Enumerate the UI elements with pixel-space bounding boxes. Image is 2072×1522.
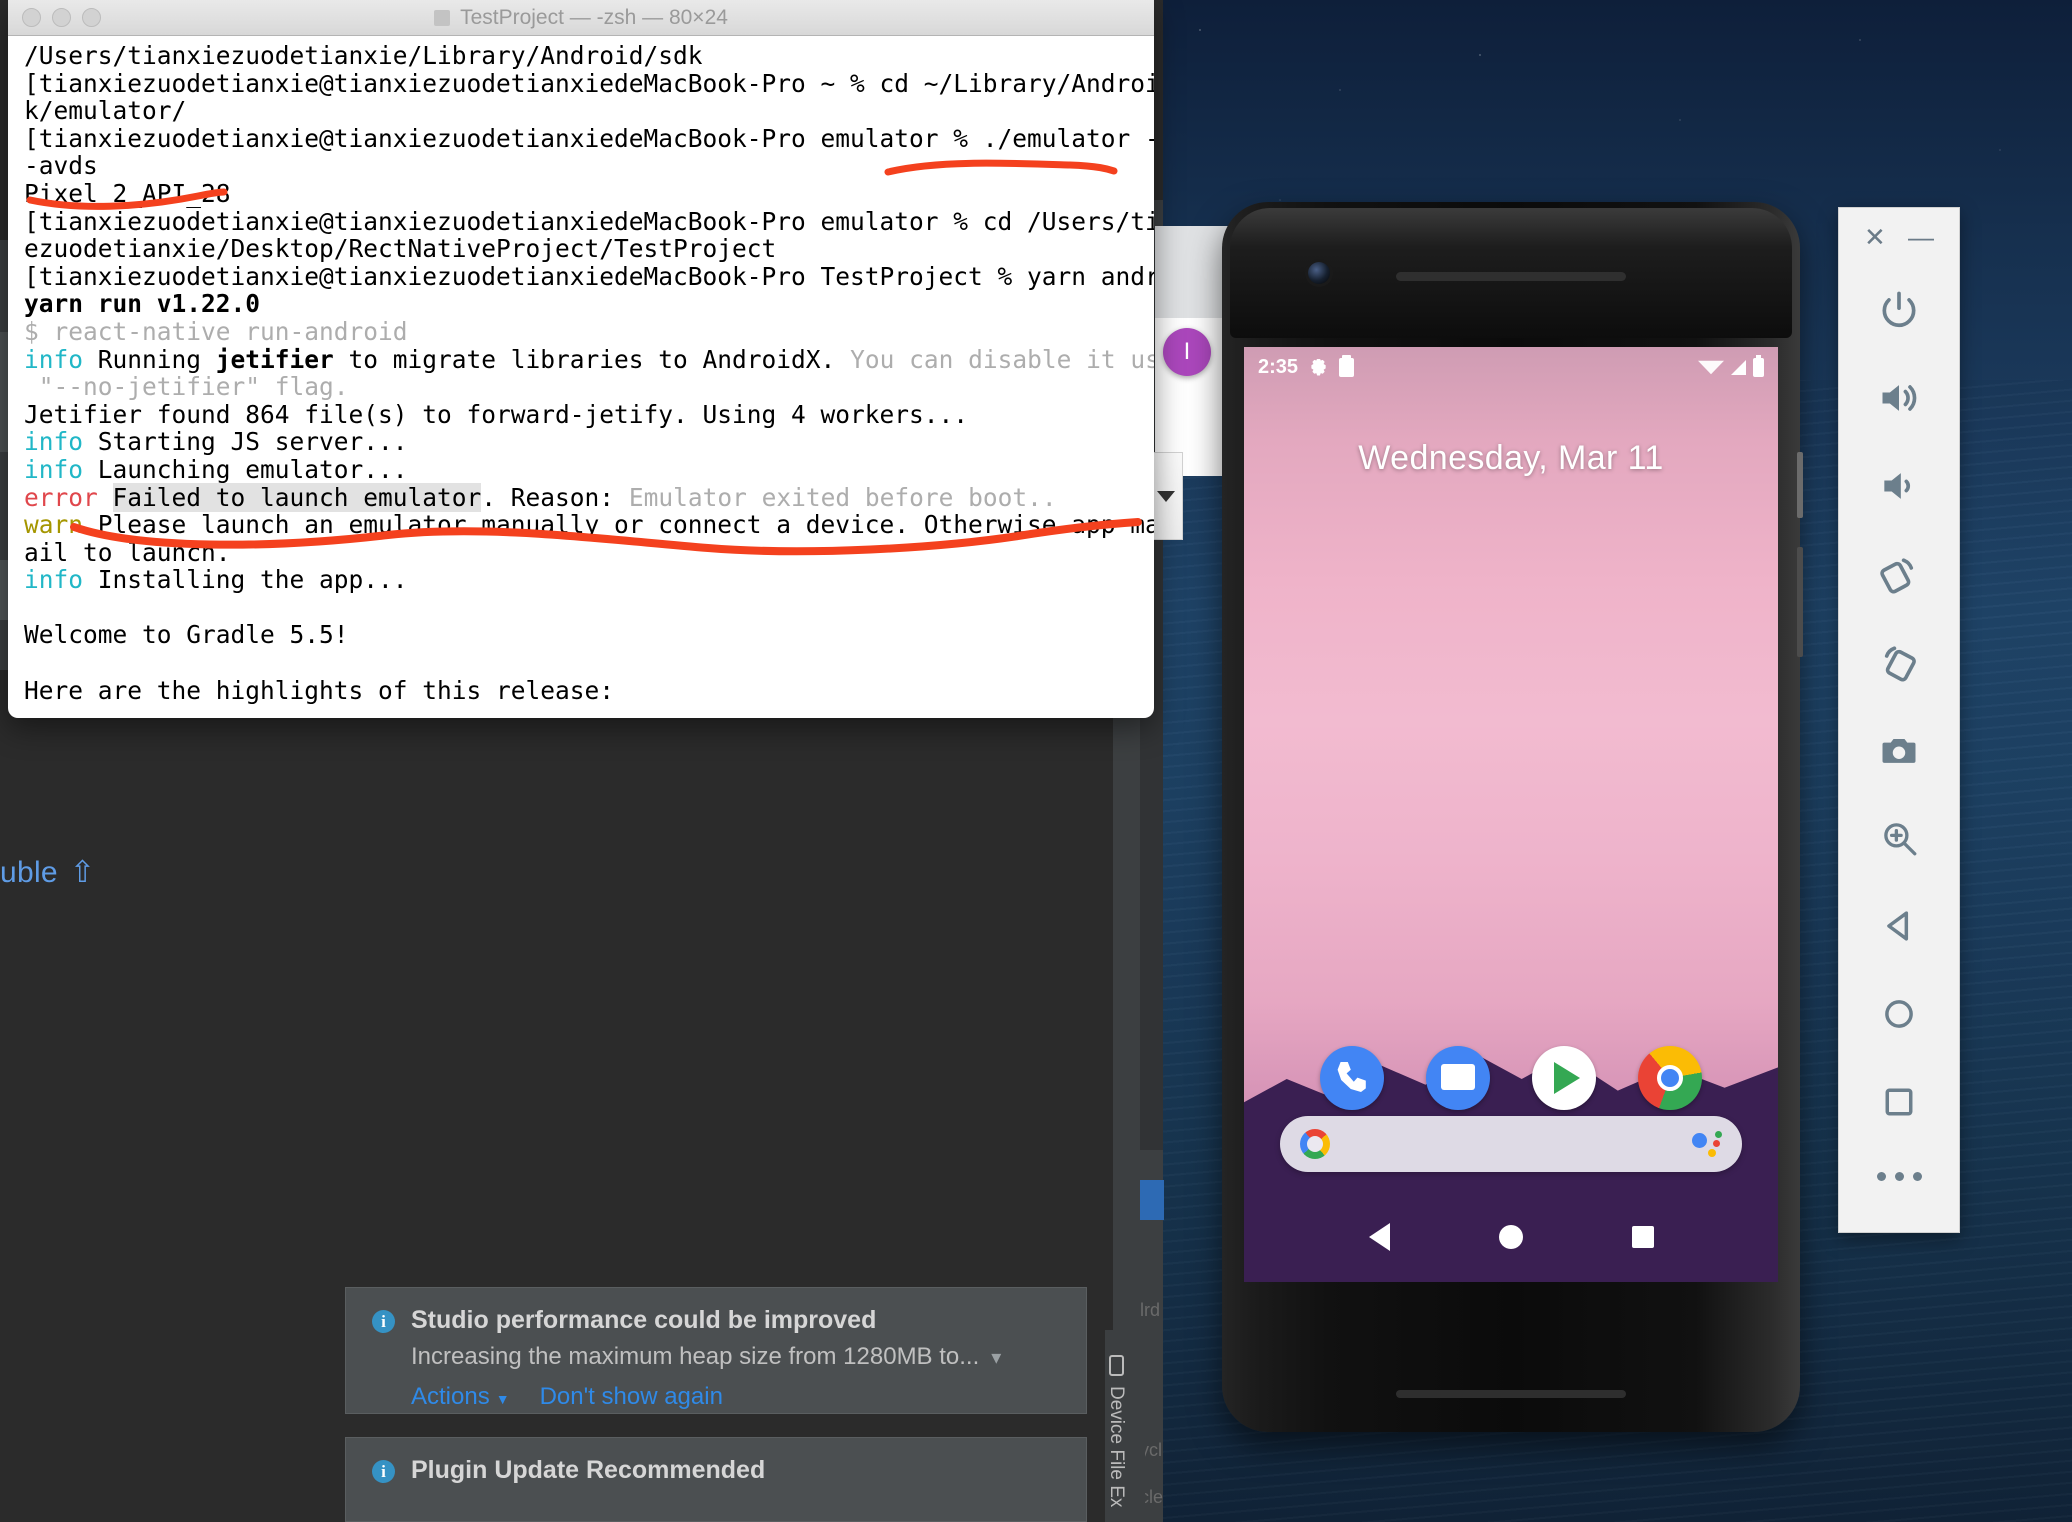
terminal-line: [tianxiezuodetianxie@tianxiezuodetianxie… — [24, 261, 1154, 291]
actions-label: Actions — [411, 1383, 490, 1410]
terminal-icon — [434, 9, 451, 26]
back-button[interactable] — [1839, 882, 1959, 970]
gear-icon — [1311, 358, 1326, 376]
google-search-bar[interactable] — [1280, 1116, 1742, 1172]
messages-app-icon[interactable] — [1426, 1046, 1490, 1110]
google-g-icon — [1300, 1129, 1330, 1159]
terminal-line: ail to launch. — [24, 537, 231, 567]
terminal-line: info Launching emulator... — [24, 454, 408, 484]
notification-balloon-plugin-update[interactable]: i Plugin Update Recommended — [345, 1437, 1087, 1522]
dont-show-again-link[interactable]: Don't show again — [540, 1383, 723, 1411]
notification-body: Increasing the maximum heap size from 12… — [411, 1343, 980, 1370]
info-icon: i — [372, 1460, 395, 1483]
date-widget[interactable]: Wednesday, Mar 11 — [1244, 439, 1778, 478]
terminal-line: info Starting JS server... — [24, 427, 408, 457]
avatar-badge[interactable]: I — [1163, 328, 1211, 376]
chevron-down-icon[interactable]: ▾ — [991, 1345, 1001, 1370]
screen-root: uble ⇧ lrd ycl cle Device File Ex i Studi… — [0, 0, 2072, 1522]
terminal-output[interactable]: /Users/tianxiezuodetianxie/Library/Andro… — [8, 36, 1154, 704]
caret-down-icon: ▼ — [495, 1391, 510, 1407]
terminal-line: [tianxiezuodetianxie@tianxiezuodetianxie… — [24, 123, 1154, 153]
emulator-toolbar-header: ✕ — — [1839, 208, 1959, 266]
volume-down-button[interactable] — [1839, 442, 1959, 530]
caret-down-icon — [1156, 490, 1175, 502]
more-button[interactable] — [1876, 1172, 1922, 1181]
terminal-line: /Users/tianxiezuodetianxie/Library/Andro… — [24, 41, 703, 70]
earpiece-speaker — [1396, 272, 1626, 281]
hardware-power-button[interactable] — [1797, 452, 1803, 518]
terminal-line: info Installing the app... — [24, 565, 408, 595]
actions-dropdown-button[interactable]: Actions ▼ — [411, 1383, 510, 1411]
studio-selection-highlight — [1140, 1180, 1164, 1220]
hardware-volume-button[interactable] — [1797, 547, 1803, 657]
ghost-text-1: lrd — [1140, 1300, 1161, 1320]
minimize-icon[interactable]: — — [1908, 224, 1934, 250]
terminal-line: k/emulator/ — [24, 96, 187, 126]
editor-intention-hint: uble ⇧ — [0, 855, 95, 890]
play-store-app-icon[interactable] — [1532, 1046, 1596, 1110]
notification-title: Plugin Update Recommended — [411, 1456, 766, 1484]
terminal-line: info Running jetifier to migrate librari… — [24, 344, 1154, 374]
overview-button[interactable] — [1839, 1058, 1959, 1146]
android-status-bar: 2:35 — [1244, 347, 1778, 387]
rotate-left-button[interactable] — [1839, 530, 1959, 618]
notification-balloon-performance[interactable]: i Studio performance could be improved I… — [345, 1287, 1087, 1414]
terminal-line: [tianxiezuodetianxie@tianxiezuodetianxie… — [24, 68, 1154, 98]
clipboard-icon — [1339, 354, 1355, 377]
terminal-line: ezuodetianxie/Desktop/RectNativeProject/… — [24, 234, 777, 264]
terminal-line: Welcome to Gradle 5.5! — [24, 620, 349, 650]
volume-up-button[interactable] — [1839, 354, 1959, 442]
screenshot-button[interactable] — [1839, 706, 1959, 794]
emulator-toolbar[interactable]: ✕ — — [1838, 207, 1960, 1233]
device-icon — [1108, 1354, 1124, 1376]
home-dock — [1244, 1046, 1778, 1110]
terminal-window[interactable]: TestProject — -zsh — 80×24 /Users/tianxi… — [8, 0, 1154, 718]
terminal-line: error Failed to launch emulator. Reason:… — [24, 482, 1057, 512]
terminal-line: -avds — [24, 151, 98, 181]
terminal-title-text: TestProject — -zsh — 80×24 — [460, 5, 728, 29]
android-emulator-device[interactable]: 2:35 Wednesday, Mar 11 — [1222, 202, 1803, 1432]
terminal-line: warn Please launch an emulator manually … — [24, 510, 1154, 540]
battery-icon — [1753, 354, 1764, 377]
notification-title: Studio performance could be improved — [411, 1306, 877, 1334]
sidebar-item-device-file-explorer[interactable]: Device File Ex — [1105, 1330, 1145, 1522]
device-file-explorer-label: Device File Ex — [1106, 1385, 1127, 1508]
android-navigation-bar — [1244, 1206, 1778, 1268]
recents-nav-icon[interactable] — [1631, 1226, 1654, 1248]
zoom-button[interactable] — [1839, 794, 1959, 882]
terminal-line: "--no-jetifier" flag. — [24, 372, 349, 402]
chrome-app-icon[interactable] — [1638, 1046, 1702, 1110]
bottom-speaker — [1396, 1390, 1626, 1398]
terminal-line: [tianxiezuodetianxie@tianxiezuodetianxie… — [24, 206, 1154, 236]
google-assistant-icon[interactable] — [1692, 1131, 1722, 1157]
phone-app-icon[interactable] — [1320, 1046, 1384, 1110]
shift-arrow-icon: ⇧ — [69, 856, 96, 889]
status-time: 2:35 — [1258, 355, 1299, 378]
front-camera-icon — [1308, 262, 1330, 284]
terminal-titlebar[interactable]: TestProject — -zsh — 80×24 — [8, 0, 1154, 36]
emulator-screen[interactable]: 2:35 Wednesday, Mar 11 — [1244, 347, 1778, 1282]
wifi-icon — [1698, 360, 1724, 374]
home-button[interactable] — [1839, 970, 1959, 1058]
terminal-title: TestProject — -zsh — 80×24 — [8, 6, 1154, 30]
terminal-line: yarn run v1.22.0 — [24, 289, 261, 319]
terminal-line: Pixel_2_API_28 — [24, 178, 231, 208]
power-button[interactable] — [1839, 266, 1959, 354]
terminal-line: Here are the highlights of this release: — [24, 675, 615, 705]
terminal-line: $ react-native run-android — [24, 316, 408, 346]
signal-icon — [1731, 359, 1746, 375]
editor-intention-label: uble — [0, 856, 58, 889]
home-nav-icon[interactable] — [1498, 1225, 1523, 1249]
close-icon[interactable]: ✕ — [1864, 224, 1886, 250]
terminal-line: Jetifier found 864 file(s) to forward-je… — [24, 399, 969, 429]
rotate-right-button[interactable] — [1839, 618, 1959, 706]
back-nav-icon[interactable] — [1368, 1223, 1390, 1251]
info-icon: i — [372, 1310, 395, 1333]
